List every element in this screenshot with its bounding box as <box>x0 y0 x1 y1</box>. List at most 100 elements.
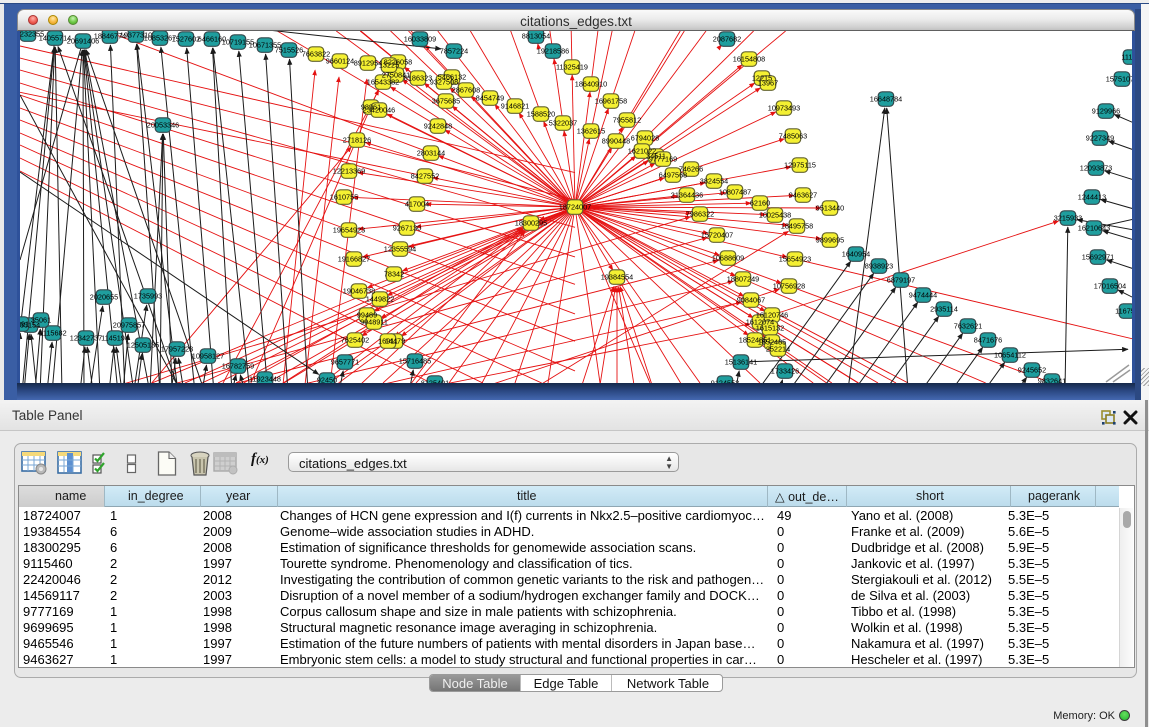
svg-text:3391: 3391 <box>20 320 29 329</box>
svg-text:9660124: 9660124 <box>326 57 354 66</box>
svg-text:417004: 417004 <box>405 200 429 209</box>
svg-text:12975115: 12975115 <box>784 161 816 170</box>
svg-text:7485063: 7485063 <box>779 132 807 141</box>
svg-text:16120746: 16120746 <box>756 311 788 320</box>
svg-text:7857224: 7857224 <box>440 47 468 56</box>
svg-text:9227349: 9227349 <box>1086 134 1114 143</box>
svg-text:1640954: 1640954 <box>842 250 870 259</box>
svg-text:13225: 13225 <box>379 61 399 70</box>
svg-text:16210643: 16210643 <box>1078 224 1110 233</box>
svg-text:1615132: 1615132 <box>756 324 784 333</box>
svg-text:8813054: 8813054 <box>522 32 550 41</box>
svg-text:92450: 92450 <box>317 376 337 384</box>
svg-text:9899695: 9899695 <box>816 236 844 245</box>
svg-text:8427552: 8427552 <box>411 172 439 181</box>
svg-text:2803144: 2803144 <box>417 149 445 158</box>
svg-text:9084067: 9084067 <box>737 296 765 305</box>
svg-text:9242848: 9242848 <box>424 122 452 131</box>
svg-text:16911: 16911 <box>378 337 398 346</box>
svg-text:9777169: 9777169 <box>649 155 677 164</box>
svg-text:19166827: 19166827 <box>338 255 370 264</box>
svg-text:7986322: 7986322 <box>686 210 714 219</box>
svg-text:15654923: 15654923 <box>779 255 811 264</box>
svg-text:10025438: 10025438 <box>759 211 791 220</box>
svg-text:15692971: 15692971 <box>1082 253 1114 262</box>
svg-text:7955812: 7955812 <box>613 116 641 125</box>
svg-text:7632621: 7632621 <box>954 322 982 331</box>
svg-text:1449822: 1449822 <box>366 295 394 304</box>
svg-text:8990448: 8990448 <box>602 137 630 146</box>
svg-text:12342737: 12342737 <box>70 334 102 343</box>
svg-text:1115682: 1115682 <box>39 329 66 338</box>
svg-text:16154808: 16154808 <box>733 55 765 64</box>
svg-text:7515526: 7515526 <box>275 46 303 55</box>
svg-text:9245652: 9245652 <box>1018 366 1046 375</box>
svg-text:9948911: 9948911 <box>360 318 388 327</box>
svg-text:15716485: 15716485 <box>399 357 431 366</box>
svg-text:78342: 78342 <box>384 270 404 279</box>
svg-text:1145194: 1145194 <box>101 334 129 343</box>
svg-text:15136141: 15136141 <box>725 358 757 367</box>
svg-text:15751074: 15751074 <box>1106 75 1132 84</box>
svg-text:18495758: 18495758 <box>781 222 813 231</box>
svg-text:10973493: 10973493 <box>768 104 800 113</box>
svg-text:7625402: 7625402 <box>341 336 369 345</box>
svg-text:35061: 35061 <box>31 316 51 325</box>
svg-text:15720407: 15720407 <box>701 231 733 240</box>
svg-text:6794028: 6794028 <box>631 134 659 143</box>
svg-text:11124: 11124 <box>1121 53 1132 62</box>
svg-text:16961758: 16961758 <box>595 97 627 106</box>
svg-text:9657771: 9657771 <box>331 358 359 367</box>
svg-text:3675685: 3675685 <box>432 97 460 106</box>
svg-text:12093873: 12093873 <box>1080 164 1112 173</box>
svg-text:9513440: 9513440 <box>816 204 844 213</box>
svg-text:116753: 116753 <box>1115 307 1132 316</box>
svg-text:10756928: 10756928 <box>773 282 805 291</box>
svg-text:1735993: 1735993 <box>134 292 162 301</box>
svg-text:23420046: 23420046 <box>363 106 395 115</box>
svg-text:1244413: 1244413 <box>1078 193 1106 202</box>
svg-text:16543382: 16543382 <box>367 78 399 87</box>
svg-text:10654112: 10654112 <box>994 351 1026 360</box>
svg-text:252214: 252214 <box>766 345 790 354</box>
svg-text:2087682: 2087682 <box>713 35 741 44</box>
svg-text:10958127: 10958127 <box>192 352 224 361</box>
svg-text:19654923: 19654923 <box>333 226 365 235</box>
svg-text:9146821: 9146821 <box>501 102 529 111</box>
svg-text:20053346: 20053346 <box>147 121 179 130</box>
svg-text:6497568: 6497568 <box>659 171 687 180</box>
svg-text:13967: 13967 <box>758 79 778 88</box>
svg-text:1527602: 1527602 <box>172 35 200 44</box>
svg-text:2718126: 2718126 <box>343 136 371 145</box>
svg-text:12355594: 12355594 <box>384 245 416 254</box>
svg-text:1733426: 1733426 <box>771 367 799 376</box>
svg-text:8938923: 8938923 <box>865 262 893 271</box>
svg-text:21364436: 21364436 <box>671 191 703 200</box>
svg-text:12213369: 12213369 <box>333 167 365 176</box>
svg-text:9129966: 9129966 <box>1092 107 1120 116</box>
svg-text:2020655: 2020655 <box>90 293 118 302</box>
svg-text:9267130: 9267130 <box>393 224 421 233</box>
svg-text:17957223: 17957223 <box>161 345 193 354</box>
svg-text:12505135: 12505135 <box>127 341 159 350</box>
svg-text:10688609: 10688609 <box>712 254 744 263</box>
svg-text:8471676: 8471676 <box>974 336 1002 345</box>
svg-text:10807487: 10807487 <box>719 188 751 197</box>
svg-text:9463627: 9463627 <box>789 191 817 200</box>
svg-text:6879197: 6879197 <box>887 276 915 285</box>
svg-text:16033809: 16033809 <box>404 35 436 44</box>
svg-text:11923448: 11923448 <box>249 375 281 384</box>
svg-text:19218586: 19218586 <box>537 47 569 56</box>
svg-text:1610755: 1610755 <box>330 193 358 202</box>
svg-text:1588520: 1588520 <box>527 110 555 119</box>
svg-text:2935114: 2935114 <box>930 305 958 314</box>
svg-text:9474444: 9474444 <box>909 291 937 300</box>
svg-text:18640910: 18640910 <box>575 80 607 89</box>
svg-text:18724007: 18724007 <box>559 203 591 212</box>
svg-text:11325419: 11325419 <box>556 63 588 72</box>
svg-text:17016504: 17016504 <box>1094 282 1126 291</box>
svg-text:18807249: 18807249 <box>727 275 759 284</box>
svg-text:19384554: 19384554 <box>601 273 633 282</box>
svg-text:62160: 62160 <box>750 199 770 208</box>
svg-text:3824554: 3824554 <box>700 177 728 186</box>
